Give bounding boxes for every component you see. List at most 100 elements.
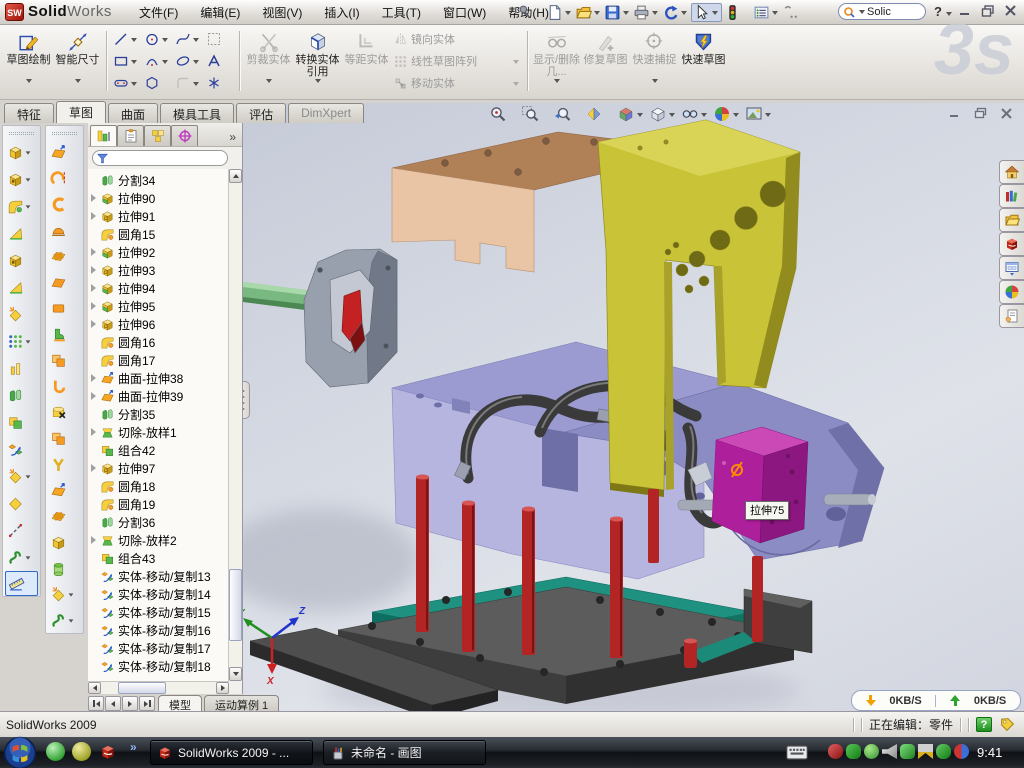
tree-item[interactable]: 圆角19 [88, 495, 228, 513]
tool-button[interactable] [46, 269, 83, 295]
dropdown-arrow-icon[interactable] [669, 113, 675, 117]
toolbar-button[interactable] [604, 4, 631, 21]
dropdown-arrow-icon[interactable] [765, 113, 771, 117]
scroll-left-button[interactable] [88, 682, 101, 694]
dropdown-arrow-icon[interactable] [26, 340, 31, 343]
tree-item[interactable]: 分割35 [88, 405, 228, 423]
tool-button[interactable] [46, 503, 83, 529]
expand-arrow-icon[interactable] [91, 626, 100, 634]
tree-horizontal-scrollbar[interactable] [88, 681, 229, 694]
tree-item[interactable]: 拉伸94 [88, 279, 228, 297]
tool-button[interactable] [46, 399, 83, 425]
tree-item[interactable]: 拉伸91 [88, 207, 228, 225]
dropdown-arrow-icon[interactable] [513, 82, 519, 86]
tool-button[interactable] [3, 490, 40, 517]
tool-button[interactable] [3, 193, 40, 220]
dropdown-arrow-icon[interactable] [315, 79, 321, 83]
graphics-viewport[interactable]: Y Z X [243, 103, 1024, 711]
tool-button[interactable] [46, 165, 83, 191]
taskbar-clock[interactable]: 9:41 [977, 745, 1002, 760]
expand-arrow-icon[interactable] [91, 320, 100, 328]
tree-item[interactable]: 拉伸96 [88, 315, 228, 333]
tool-button[interactable] [46, 347, 83, 373]
quick-launch-chevron[interactable]: » [130, 740, 137, 754]
panel-tab[interactable] [117, 125, 144, 146]
expand-arrow-icon[interactable] [91, 464, 100, 472]
tree-item[interactable]: 组合43 [88, 549, 228, 567]
panel-splitter-handle[interactable] [243, 381, 250, 419]
tree-filter-input[interactable] [92, 150, 228, 166]
tree-item[interactable]: 曲面-拉伸39 [88, 387, 228, 405]
dropdown-arrow-icon[interactable] [26, 151, 31, 154]
tool-button[interactable] [3, 355, 40, 382]
expand-arrow-icon[interactable] [91, 212, 100, 220]
panel-tab[interactable] [144, 125, 171, 146]
model-3d-view[interactable]: Y Z X [243, 103, 1024, 711]
toolbar-button[interactable] [753, 4, 780, 21]
menu-item[interactable]: 编辑(E) [189, 1, 251, 24]
tool-button[interactable] [46, 243, 83, 269]
toolbar-button[interactable] [633, 4, 660, 21]
expand-arrow-icon[interactable] [91, 518, 100, 526]
view-tool-button[interactable] [681, 105, 709, 123]
tree-item[interactable]: 圆角18 [88, 477, 228, 495]
menu-item[interactable]: 插入(I) [313, 1, 370, 24]
command-button[interactable]: 等距实体 [342, 28, 391, 94]
sketch-tool-button[interactable] [142, 73, 173, 94]
help-button[interactable]: ? [934, 4, 954, 19]
tool-button[interactable] [3, 409, 40, 436]
tree-item[interactable]: 实体-移动/复制15 [88, 603, 228, 621]
tool-button[interactable] [46, 191, 83, 217]
tray-icon[interactable] [864, 744, 879, 759]
sketch-tool-button[interactable] [173, 73, 204, 94]
tool-button[interactable] [3, 517, 40, 544]
first-tab-button[interactable] [88, 696, 104, 711]
command-button[interactable]: 显示/删除几... [532, 28, 581, 94]
tool-button[interactable] [3, 382, 40, 409]
toolbar-button[interactable] [782, 4, 809, 21]
last-tab-button[interactable] [139, 696, 155, 711]
view-tool-button[interactable] [713, 105, 741, 123]
tray-icon[interactable] [918, 744, 933, 759]
command-button[interactable]: 线性草图阵列 [393, 51, 521, 71]
prev-tab-button[interactable] [105, 696, 121, 711]
panel-tab[interactable] [171, 125, 198, 146]
expand-arrow-icon[interactable] [91, 446, 100, 454]
toolbar-button[interactable] [546, 4, 573, 21]
dropdown-arrow-icon[interactable] [26, 178, 31, 181]
dropdown-arrow-icon[interactable] [193, 60, 199, 64]
sketch-tool-button[interactable] [173, 29, 204, 50]
task-pane-button[interactable] [999, 304, 1024, 328]
tree-item[interactable]: 拉伸95 [88, 297, 228, 315]
ribbon-tab[interactable]: 特征 [4, 103, 54, 123]
command-button[interactable]: 智能尺寸 [53, 28, 102, 94]
expand-arrow-icon[interactable] [91, 176, 100, 184]
expand-arrow-icon[interactable] [91, 284, 100, 292]
dropdown-arrow-icon[interactable] [594, 11, 600, 15]
keyboard-layout-icon[interactable] [786, 745, 808, 760]
tree-item[interactable]: 实体-移动/复制13 [88, 567, 228, 585]
restore-button[interactable] [981, 4, 995, 17]
ribbon-tab[interactable]: 曲面 [108, 103, 158, 123]
tree-item[interactable]: 分割36 [88, 513, 228, 531]
sketch-tool-button[interactable] [173, 51, 204, 72]
tool-button[interactable] [3, 166, 40, 193]
ribbon-tab[interactable]: 草图 [56, 101, 106, 123]
panel-tab[interactable] [90, 125, 117, 146]
tray-icon[interactable] [954, 744, 969, 759]
dropdown-arrow-icon[interactable] [193, 82, 199, 86]
part-magenta-block[interactable] [712, 427, 808, 543]
dropdown-arrow-icon[interactable] [26, 205, 31, 208]
tool-button[interactable] [3, 463, 40, 490]
expand-arrow-icon[interactable] [91, 248, 100, 256]
tree-item[interactable]: 切除-放样2 [88, 531, 228, 549]
tree-item[interactable]: 拉伸92 [88, 243, 228, 261]
quick-tips-icon[interactable]: ? [976, 717, 992, 732]
scroll-down-button[interactable] [229, 667, 242, 681]
expand-arrow-icon[interactable] [91, 302, 100, 310]
dropdown-arrow-icon[interactable] [554, 79, 560, 83]
tree-item[interactable]: 拉伸90 [88, 189, 228, 207]
toolbar-grip[interactable] [9, 132, 34, 135]
dropdown-arrow-icon[interactable] [131, 38, 137, 42]
dropdown-arrow-icon[interactable] [26, 556, 31, 559]
